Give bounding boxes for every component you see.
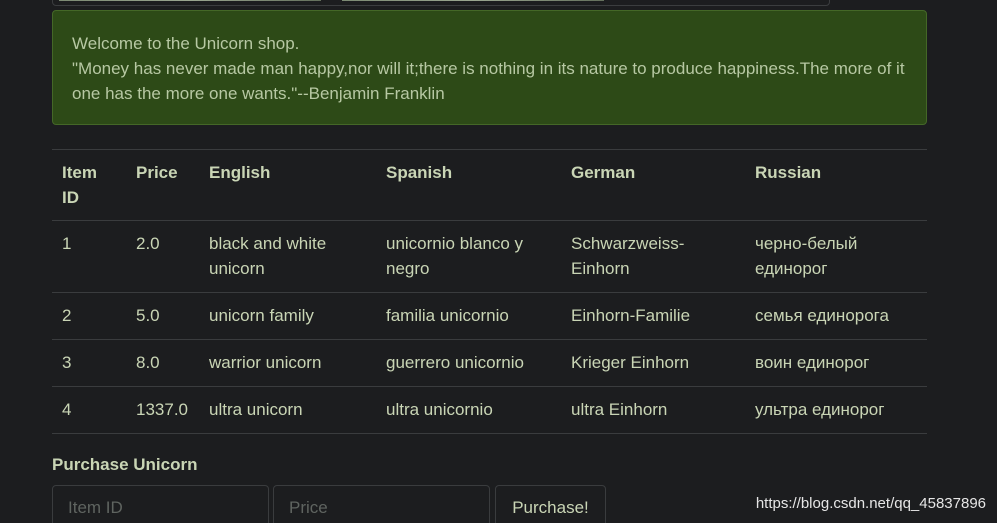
header-german: German xyxy=(561,149,745,221)
header-item-id: Item ID xyxy=(52,149,126,221)
cell-german: Schwarzweiss-Einhorn xyxy=(561,220,745,293)
cell-russian: воин единорог xyxy=(745,339,927,387)
header-price: Price xyxy=(126,149,199,221)
cell-price: 2.0 xyxy=(126,220,199,293)
cell-item-id: 3 xyxy=(52,339,126,387)
price-input[interactable] xyxy=(273,485,490,523)
cell-english: ultra unicorn xyxy=(199,386,376,434)
table-row: 2 5.0 unicorn family familia unicornio E… xyxy=(52,292,927,340)
cell-english: warrior unicorn xyxy=(199,339,376,387)
purchase-form-title: Purchase Unicorn xyxy=(52,455,198,474)
unicorn-items-table: Item ID Price English Spanish German Rus… xyxy=(52,149,927,434)
cell-item-id: 4 xyxy=(52,386,126,434)
unicorn-image-thumbnail xyxy=(342,0,604,1)
cell-german: Krieger Einhorn xyxy=(561,339,745,387)
image-strip xyxy=(52,0,830,6)
item-id-input[interactable] xyxy=(52,485,269,523)
cell-item-id: 2 xyxy=(52,292,126,340)
cell-russian: ультра единорог xyxy=(745,386,927,434)
unicorn-shop-page: Welcome to the Unicorn shop. "Money has … xyxy=(0,0,997,523)
cell-spanish: ultra unicornio xyxy=(376,386,561,434)
franklin-quote: "Money has never made man happy,nor will… xyxy=(72,59,905,103)
purchase-button[interactable]: Purchase! xyxy=(495,485,606,523)
cell-price: 1337.0 xyxy=(126,386,199,434)
cell-russian: черно-белый единорог xyxy=(745,220,927,293)
cell-german: ultra Einhorn xyxy=(561,386,745,434)
cell-item-id: 1 xyxy=(52,220,126,293)
welcome-message: Welcome to the Unicorn shop. xyxy=(72,34,300,53)
cell-english: unicorn family xyxy=(199,292,376,340)
cell-english: black and white unicorn xyxy=(199,220,376,293)
cell-spanish: unicornio blanco y negro xyxy=(376,220,561,293)
header-english: English xyxy=(199,149,376,221)
header-russian: Russian xyxy=(745,149,927,221)
cell-spanish: guerrero unicornio xyxy=(376,339,561,387)
table-row: 3 8.0 warrior unicorn guerrero unicornio… xyxy=(52,339,927,387)
header-spanish: Spanish xyxy=(376,149,561,221)
welcome-alert: Welcome to the Unicorn shop. "Money has … xyxy=(52,10,927,125)
table-row: 1 2.0 black and white unicorn unicornio … xyxy=(52,220,927,293)
watermark-url: https://blog.csdn.net/qq_45837896 xyxy=(755,495,986,512)
cell-price: 8.0 xyxy=(126,339,199,387)
unicorn-image-thumbnail xyxy=(59,0,321,1)
table-row: 4 1337.0 ultra unicorn ultra unicornio u… xyxy=(52,386,927,434)
cell-spanish: familia unicornio xyxy=(376,292,561,340)
cell-russian: семья единорога xyxy=(745,292,927,340)
cell-price: 5.0 xyxy=(126,292,199,340)
cell-german: Einhorn-Familie xyxy=(561,292,745,340)
table-header-row: Item ID Price English Spanish German Rus… xyxy=(52,149,927,221)
